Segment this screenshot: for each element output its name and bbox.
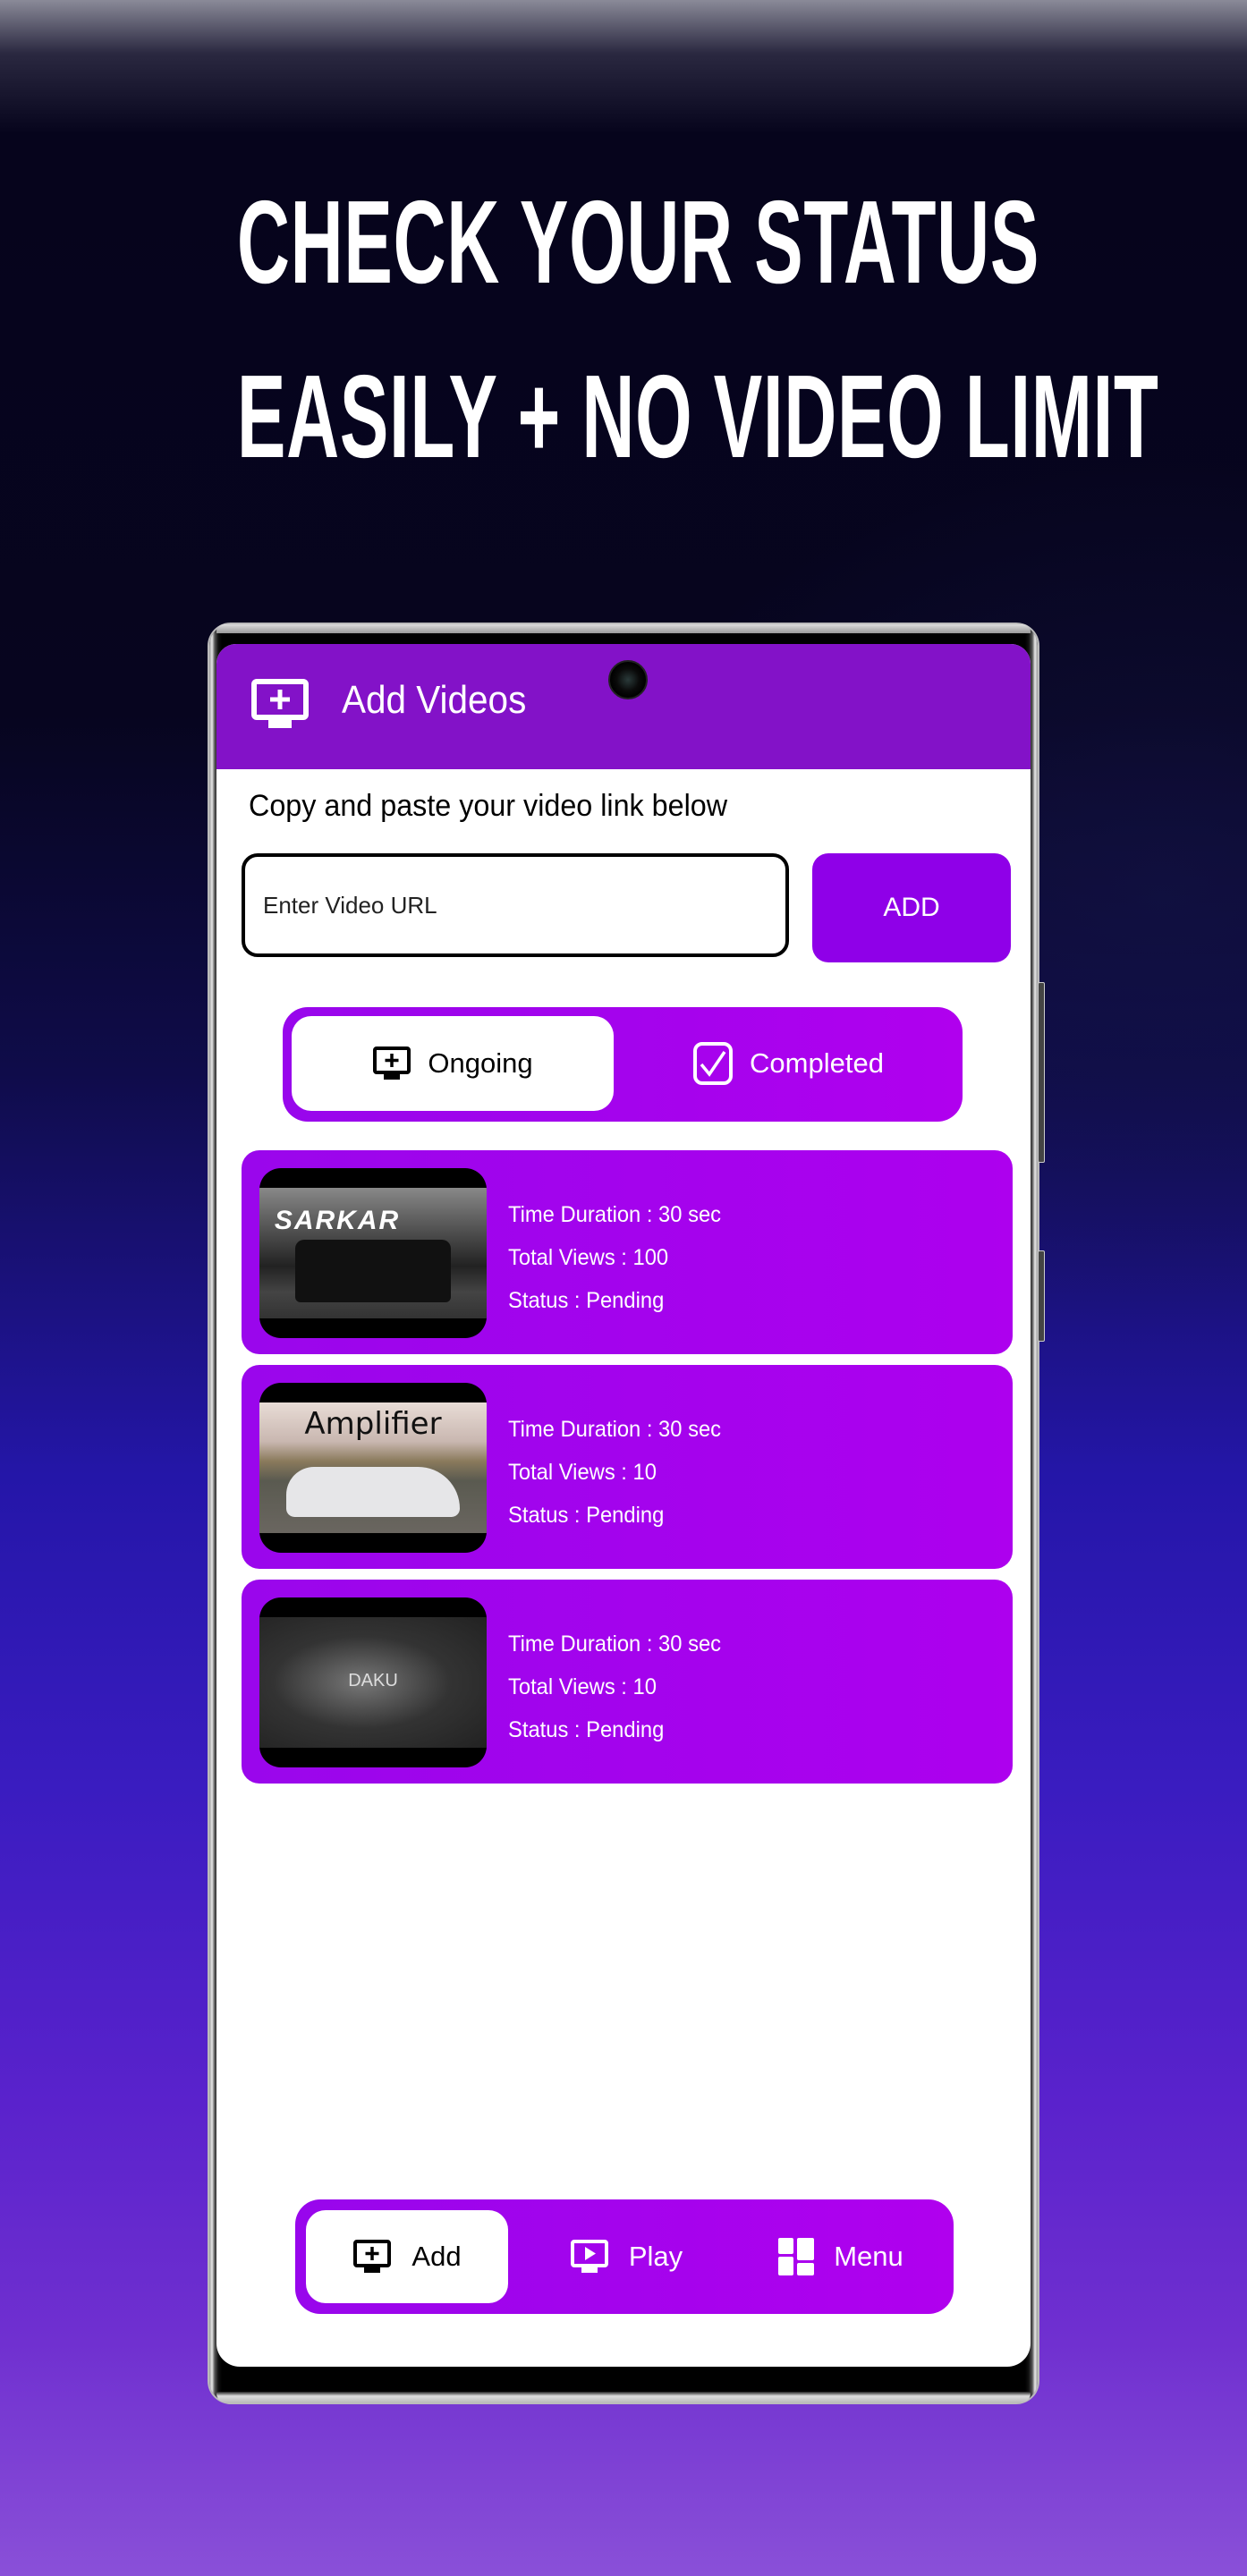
thumbnail-title: SARKAR xyxy=(274,1206,401,1235)
video-list: SARKAR Time Duration : 30 sec Total View… xyxy=(242,1150,1013,1794)
video-views: Total Views : 10 xyxy=(508,1674,657,1699)
video-duration: Time Duration : 30 sec xyxy=(508,1631,722,1657)
tab-ongoing[interactable]: Ongoing xyxy=(292,1016,614,1111)
thumbnail-car-shape xyxy=(286,1467,460,1517)
nav-menu[interactable]: Menu xyxy=(742,2210,939,2303)
add-to-screen-icon xyxy=(250,678,310,732)
nav-add-label: Add xyxy=(411,2241,462,2272)
video-thumbnail: Amplifier xyxy=(259,1383,487,1553)
nav-add[interactable]: Add xyxy=(306,2210,508,2303)
video-card[interactable]: Amplifier Time Duration : 30 sec Total V… xyxy=(242,1365,1013,1569)
thumbnail-title: Amplifier xyxy=(304,1406,442,1442)
checkbox-checked-icon xyxy=(692,1041,734,1086)
instruction-text: Copy and paste your video link below xyxy=(249,789,728,823)
thumbnail-title: DAKU xyxy=(348,1671,398,1690)
video-duration: Time Duration : 30 sec xyxy=(508,1202,722,1227)
add-video-button[interactable]: ADD xyxy=(812,853,1011,962)
video-thumbnail: DAKU xyxy=(259,1597,487,1767)
video-views: Total Views : 100 xyxy=(508,1245,669,1270)
nav-play[interactable]: Play xyxy=(537,2210,716,2303)
headline-line-1: CHECK YOUR STATUS xyxy=(0,183,1247,301)
nav-play-label: Play xyxy=(628,2241,683,2272)
video-status: Status : Pending xyxy=(508,1717,665,1742)
add-to-screen-icon xyxy=(372,1046,411,1081)
video-duration: Time Duration : 30 sec xyxy=(508,1417,722,1442)
phone-screen: Add Videos Copy and paste your video lin… xyxy=(216,644,1031,2367)
play-screen-icon xyxy=(570,2239,609,2275)
dashboard-grid-icon xyxy=(778,2238,815,2275)
video-card[interactable]: DAKU Time Duration : 30 sec Total Views … xyxy=(242,1580,1013,1784)
video-status: Status : Pending xyxy=(508,1288,665,1313)
tab-ongoing-label: Ongoing xyxy=(428,1047,533,1079)
tab-completed-label: Completed xyxy=(750,1047,884,1079)
status-tabs: Ongoing Completed xyxy=(283,1007,963,1122)
headline-line-2: EASILY + NO VIDEO LIMIT xyxy=(0,358,1247,476)
tab-completed[interactable]: Completed xyxy=(623,1016,954,1111)
video-thumbnail: SARKAR xyxy=(259,1168,487,1338)
phone-frame: Add Videos Copy and paste your video lin… xyxy=(209,624,1045,2402)
volume-button xyxy=(1038,982,1045,1163)
bottom-navigation: Add Play Menu xyxy=(295,2199,954,2314)
power-button xyxy=(1038,1250,1045,1342)
video-status: Status : Pending xyxy=(508,1503,665,1528)
headline-text-1: CHECK YOUR STATUS xyxy=(236,176,1040,308)
page-title: Add Videos xyxy=(342,678,527,722)
headline-text-2: EASILY + NO VIDEO LIMIT xyxy=(236,351,1159,482)
add-to-screen-icon xyxy=(352,2239,392,2275)
nav-menu-label: Menu xyxy=(834,2241,903,2272)
thumbnail-car-shape xyxy=(295,1240,451,1302)
video-url-input[interactable] xyxy=(242,853,789,957)
app-bar: Add Videos xyxy=(216,644,1031,769)
video-views: Total Views : 10 xyxy=(508,1460,657,1485)
front-camera xyxy=(608,660,648,699)
video-card[interactable]: SARKAR Time Duration : 30 sec Total View… xyxy=(242,1150,1013,1354)
